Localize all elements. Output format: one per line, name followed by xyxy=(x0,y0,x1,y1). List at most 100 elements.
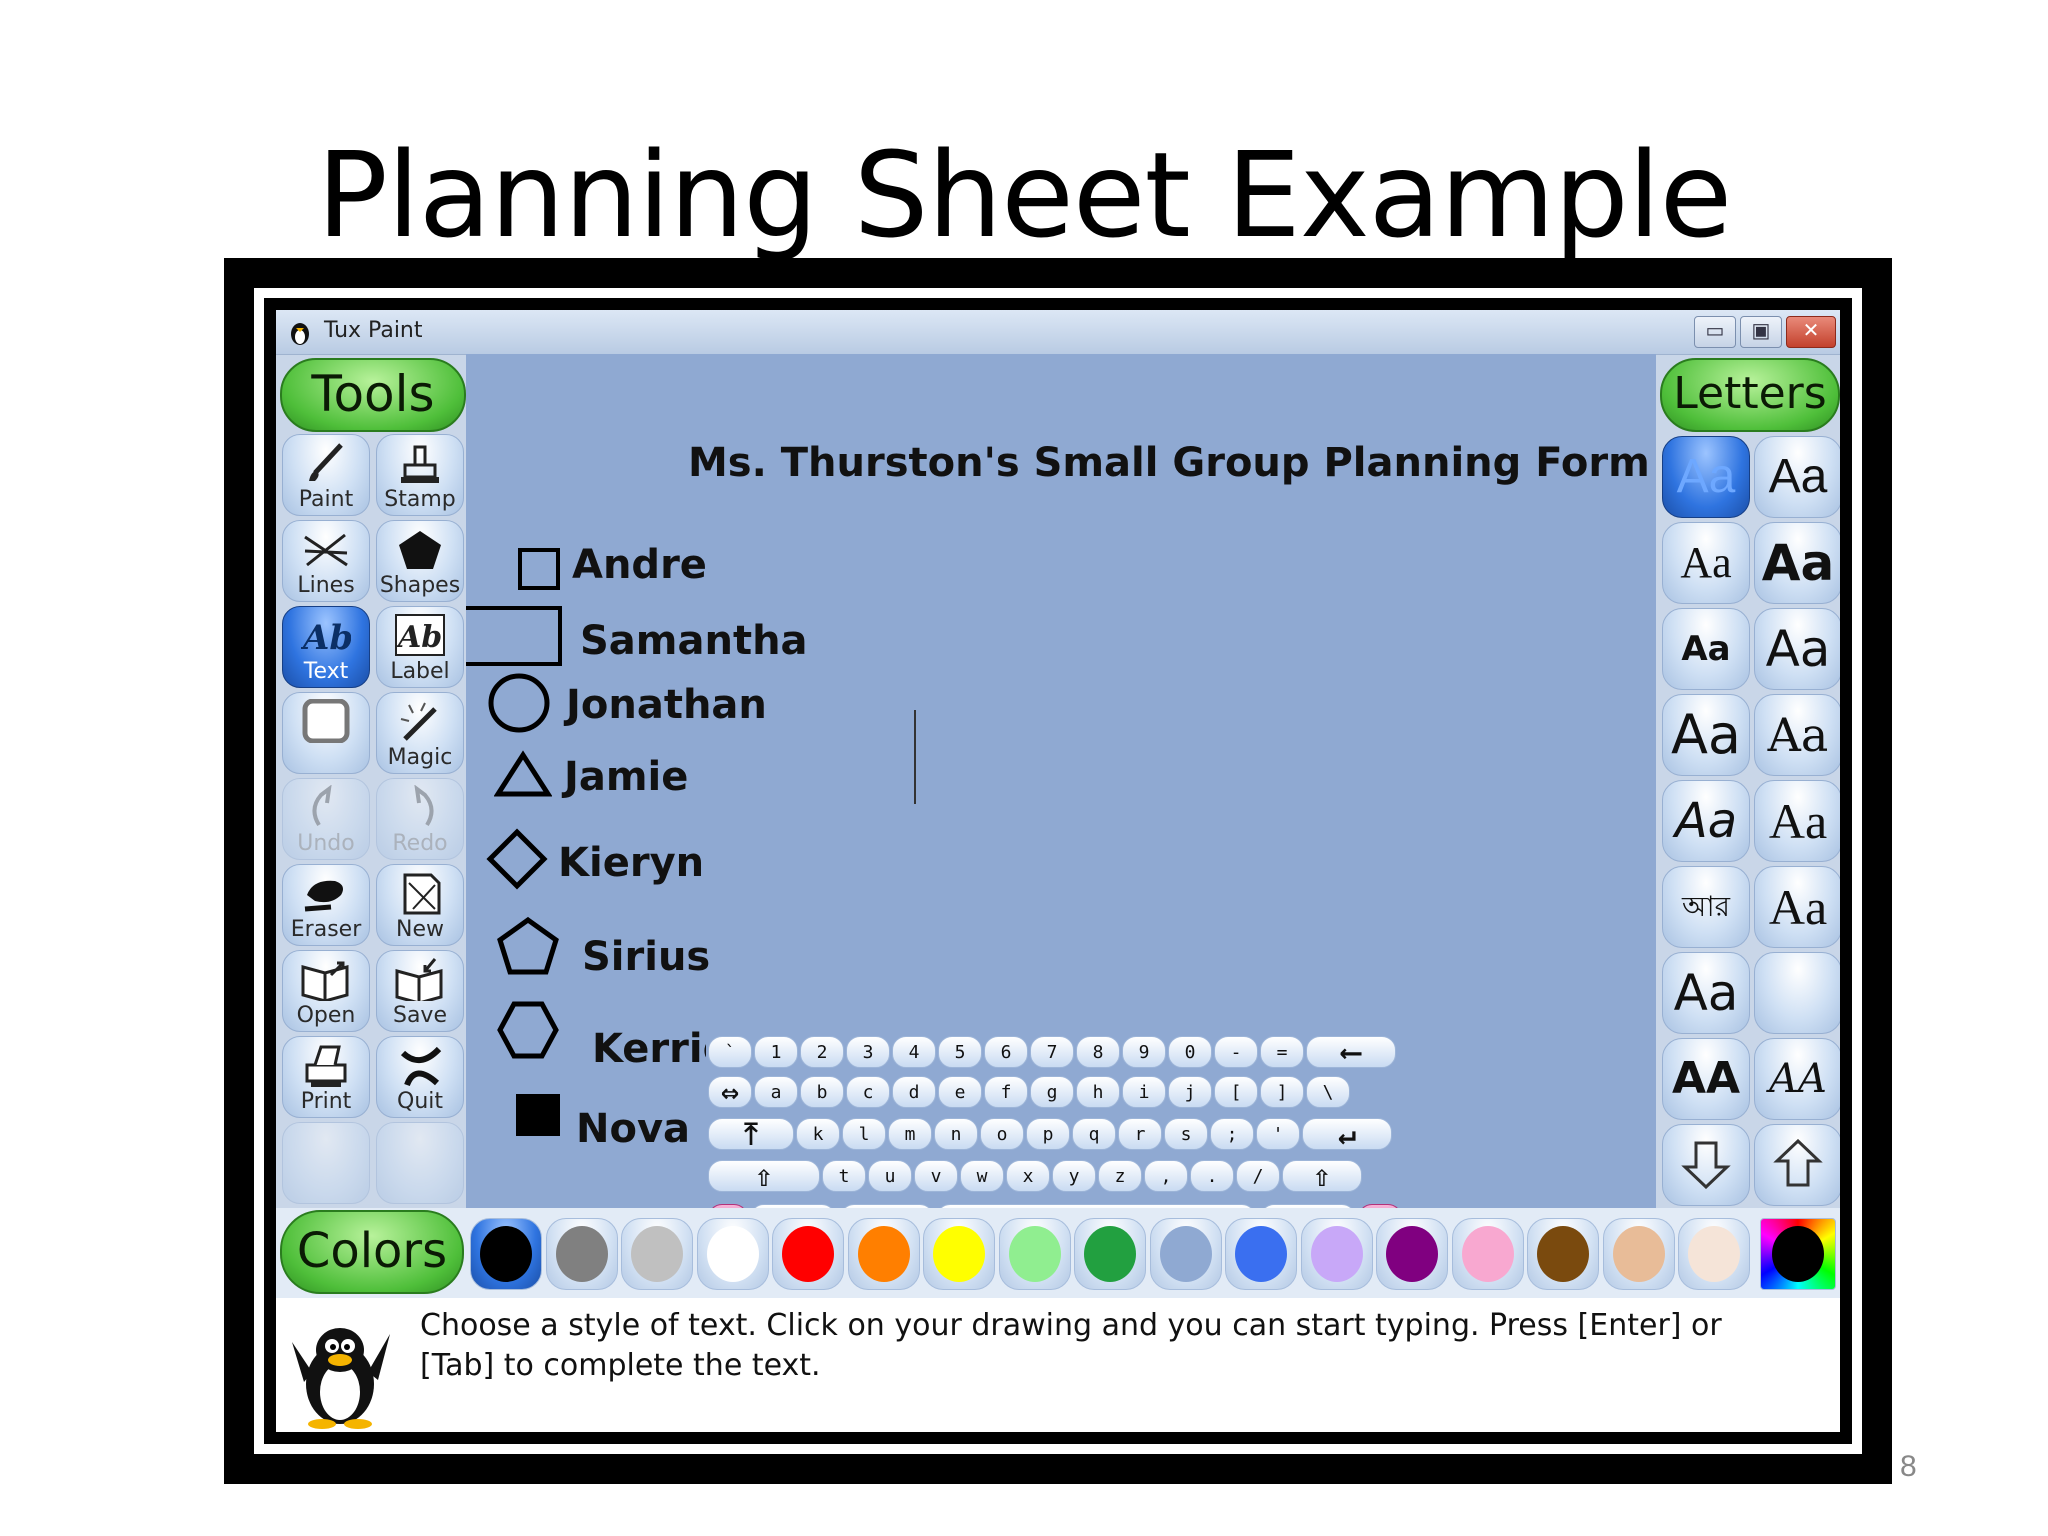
font-style-button[interactable]: Aa xyxy=(1754,866,1840,948)
color-swatch[interactable] xyxy=(772,1218,844,1290)
keyboard-key[interactable]: j xyxy=(1168,1076,1212,1108)
color-swatch[interactable] xyxy=(1149,1218,1222,1290)
keyboard-key[interactable]: ↵ xyxy=(1302,1118,1392,1151)
font-style-button[interactable]: আর xyxy=(1662,866,1750,948)
tool-eraser-button[interactable]: Eraser xyxy=(282,864,370,946)
keyboard-key[interactable]: 5 xyxy=(938,1036,982,1068)
font-style-button[interactable]: Aa xyxy=(1754,436,1840,518)
keyboard-key[interactable]: y xyxy=(1052,1160,1096,1192)
keyboard-key[interactable]: = xyxy=(1260,1036,1304,1068)
keyboard-key[interactable]: h xyxy=(1076,1076,1120,1108)
tool-shapes-button[interactable]: Shapes xyxy=(376,520,464,602)
color-swatch[interactable] xyxy=(1527,1218,1599,1290)
color-swatch[interactable] xyxy=(470,1218,542,1290)
keyboard-key[interactable]: 2 xyxy=(800,1036,844,1068)
keyboard-key[interactable]: q xyxy=(1072,1118,1116,1150)
keyboard-key[interactable]: e xyxy=(938,1076,982,1108)
tool-text-button[interactable]: AbcText xyxy=(282,606,370,688)
keyboard-key[interactable]: a xyxy=(754,1076,798,1108)
keyboard-key[interactable]: ' xyxy=(1256,1118,1300,1150)
color-swatch[interactable] xyxy=(847,1218,920,1290)
color-swatch[interactable] xyxy=(923,1218,995,1290)
font-style-button[interactable]: Aa xyxy=(1754,522,1840,604)
color-swatch[interactable] xyxy=(545,1218,618,1290)
keyboard-key[interactable]: o xyxy=(980,1118,1024,1150)
keyboard-key[interactable]: 7 xyxy=(1030,1036,1074,1068)
keyboard-key[interactable]: d xyxy=(892,1076,936,1108)
letters-scroll-up-button[interactable] xyxy=(1754,1124,1840,1206)
keyboard-key[interactable]: ⇔ xyxy=(708,1076,752,1109)
keyboard-key[interactable]: p xyxy=(1026,1118,1070,1150)
keyboard-key[interactable]: 6 xyxy=(984,1036,1028,1068)
keyboard-key[interactable]: l xyxy=(842,1118,886,1150)
color-swatch[interactable] xyxy=(1602,1218,1675,1290)
keyboard-key[interactable]: [ xyxy=(1214,1076,1258,1108)
tool-lines-button[interactable]: Lines xyxy=(282,520,370,602)
font-style-button[interactable]: Aa xyxy=(1662,780,1750,862)
keyboard-key[interactable]: , xyxy=(1144,1160,1188,1192)
color-swatch[interactable] xyxy=(1074,1218,1146,1290)
font-style-button[interactable]: Aa xyxy=(1662,522,1750,604)
keyboard-key[interactable]: ⟵ xyxy=(1306,1036,1396,1069)
keyboard-key[interactable]: g xyxy=(1030,1076,1074,1108)
font-style-button[interactable]: Aa xyxy=(1662,694,1750,776)
color-swatch[interactable] xyxy=(1376,1218,1448,1290)
font-style-button[interactable]: Aa xyxy=(1754,608,1840,690)
tool-quit-button[interactable]: Quit xyxy=(376,1036,464,1118)
keyboard-key[interactable]: 1 xyxy=(754,1036,798,1068)
color-picker-rainbow[interactable] xyxy=(1760,1218,1836,1290)
color-swatch[interactable] xyxy=(1225,1218,1297,1290)
maximize-button[interactable]: ▣ xyxy=(1740,316,1782,348)
keyboard-key[interactable]: s xyxy=(1164,1118,1208,1150)
keyboard-key[interactable]: ⇧ xyxy=(1282,1160,1362,1193)
keyboard-key[interactable]: f xyxy=(984,1076,1028,1108)
keyboard-key[interactable]: r xyxy=(1118,1118,1162,1150)
font-style-button[interactable]: Aa xyxy=(1662,608,1750,690)
color-swatch[interactable] xyxy=(998,1218,1071,1290)
tool-label-button[interactable]: Ab Label xyxy=(376,606,464,688)
keyboard-key[interactable]: \ xyxy=(1306,1076,1350,1108)
tool-open-button[interactable]: Open xyxy=(282,950,370,1032)
keyboard-key[interactable]: w xyxy=(960,1160,1004,1192)
keyboard-key[interactable]: m xyxy=(888,1118,932,1150)
font-style-button[interactable]: Aa xyxy=(1754,694,1840,776)
letters-scroll-down-button[interactable] xyxy=(1662,1124,1750,1206)
keyboard-key[interactable]: ⇧ xyxy=(708,1160,820,1193)
keyboard-key[interactable]: u xyxy=(868,1160,912,1192)
keyboard-key[interactable]: c xyxy=(846,1076,890,1108)
keyboard-key[interactable]: z xyxy=(1098,1160,1142,1192)
keyboard-key[interactable]: v xyxy=(914,1160,958,1192)
keyboard-key[interactable]: - xyxy=(1214,1036,1258,1068)
keyboard-key[interactable]: i xyxy=(1122,1076,1166,1108)
color-swatch[interactable] xyxy=(621,1218,693,1290)
keyboard-key[interactable]: 0 xyxy=(1168,1036,1212,1068)
color-swatch[interactable] xyxy=(1678,1218,1750,1290)
tool-paint-button[interactable]: Paint xyxy=(282,434,370,516)
keyboard-key[interactable]: 4 xyxy=(892,1036,936,1068)
tool-fill-button[interactable] xyxy=(282,692,370,774)
keyboard-key[interactable]: b xyxy=(800,1076,844,1108)
keyboard-key[interactable]: n xyxy=(934,1118,978,1150)
tool-save-button[interactable]: Save xyxy=(376,950,464,1032)
keyboard-key[interactable]: / xyxy=(1236,1160,1280,1192)
keyboard-key[interactable]: ` xyxy=(708,1036,752,1068)
keyboard-key[interactable]: k xyxy=(796,1118,840,1150)
keyboard-key[interactable]: 8 xyxy=(1076,1036,1120,1068)
font-style-button[interactable]: Aa xyxy=(1754,780,1840,862)
tool-magic-button[interactable]: Magic xyxy=(376,692,464,774)
font-style-button[interactable]: AA xyxy=(1662,1038,1750,1120)
keyboard-key[interactable]: 9 xyxy=(1122,1036,1166,1068)
tool-stamp-button[interactable]: Stamp xyxy=(376,434,464,516)
keyboard-key[interactable]: t xyxy=(822,1160,866,1192)
color-swatch[interactable] xyxy=(1451,1218,1524,1290)
color-swatch[interactable] xyxy=(696,1218,769,1290)
keyboard-key[interactable]: 3 xyxy=(846,1036,890,1068)
font-style-button[interactable]: AA xyxy=(1754,1038,1840,1120)
keyboard-key[interactable]: . xyxy=(1190,1160,1234,1192)
color-swatch[interactable] xyxy=(1300,1218,1373,1290)
keyboard-key[interactable]: ⤒ xyxy=(708,1118,794,1151)
tool-new-button[interactable]: New xyxy=(376,864,464,946)
tool-print-button[interactable]: Print xyxy=(282,1036,370,1118)
font-style-button[interactable]: Aa xyxy=(1662,952,1750,1034)
font-style-button[interactable]: Aa xyxy=(1662,436,1750,518)
